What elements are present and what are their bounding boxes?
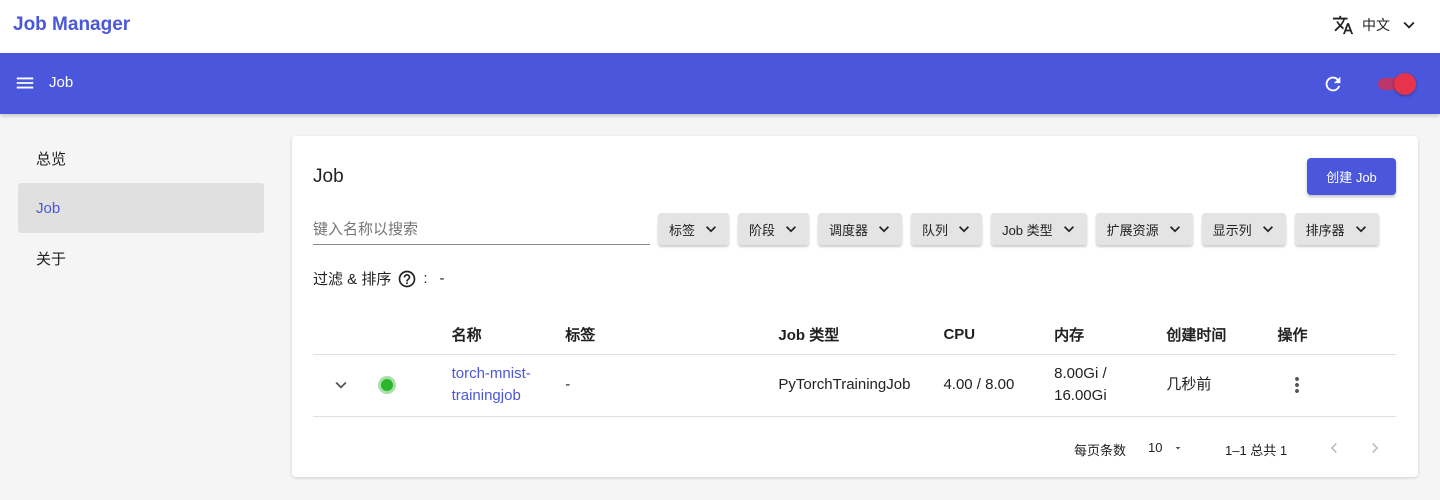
filter-label: 扩展资源 bbox=[1106, 222, 1159, 238]
header-memory[interactable]: 内存 bbox=[1054, 316, 1167, 355]
filter-sort-status: 过滤 & 排序 : - bbox=[313, 268, 445, 289]
filter-columns-button[interactable]: 显示列 bbox=[1201, 213, 1286, 245]
created-cell: 几秒前 bbox=[1166, 354, 1278, 417]
filter-job-type-button[interactable]: Job 类型 bbox=[991, 213, 1087, 245]
filter-scheduler-button[interactable]: 调度器 bbox=[818, 213, 903, 245]
expand-row-icon[interactable] bbox=[330, 374, 352, 396]
header-cpu[interactable]: CPU bbox=[943, 316, 1055, 355]
sidebar-item-about[interactable]: 关于 bbox=[18, 233, 264, 283]
filter-label: Job 类型 bbox=[1002, 222, 1053, 238]
job-name-line: trainingjob bbox=[451, 387, 521, 404]
filter-label: 排序器 bbox=[1305, 222, 1345, 238]
filter-label: 标签 bbox=[669, 222, 696, 238]
header-name[interactable]: 名称 bbox=[451, 316, 566, 355]
filter-label: 显示列 bbox=[1212, 222, 1252, 238]
table-header-row: 名称 标签 Job 类型 CPU 内存 创建时间 操作 bbox=[313, 316, 1396, 355]
cpu-cell: 4.00 / 8.00 bbox=[943, 354, 1055, 417]
job-type-cell: PyTorchTrainingJob bbox=[778, 354, 944, 417]
chevron-down-icon bbox=[1063, 226, 1074, 233]
page-title: Job bbox=[313, 166, 344, 187]
more-vert-icon[interactable] bbox=[1285, 373, 1309, 397]
chevron-down-icon bbox=[1262, 226, 1273, 233]
header-created[interactable]: 创建时间 bbox=[1166, 316, 1278, 355]
chevron-down-icon bbox=[1355, 226, 1366, 233]
expand-cell bbox=[313, 354, 379, 417]
page-range: 1–1 总共 1 bbox=[1225, 443, 1288, 458]
menu-button[interactable] bbox=[14, 72, 36, 94]
help-circle-icon[interactable] bbox=[397, 269, 417, 289]
app-brand[interactable]: Job Manager bbox=[13, 14, 130, 36]
filter-sort-value: - bbox=[439, 270, 445, 287]
filter-sort-colon: : bbox=[423, 270, 428, 287]
menu-icon bbox=[16, 77, 34, 89]
status-cell bbox=[378, 354, 452, 417]
filter-sorter-button[interactable]: 排序器 bbox=[1294, 213, 1379, 245]
chevron-down-icon bbox=[879, 226, 890, 233]
header-expand bbox=[313, 316, 379, 355]
appbar-title: Job bbox=[49, 74, 74, 91]
create-job-button[interactable]: 创建 Job bbox=[1307, 158, 1396, 195]
actions-cell bbox=[1277, 354, 1396, 417]
toggle-knob bbox=[1394, 73, 1416, 95]
chevron-down-icon bbox=[1169, 226, 1180, 233]
filter-queue-button[interactable]: 队列 bbox=[911, 213, 983, 245]
chevron-down-icon bbox=[786, 226, 797, 233]
sidebar-item-overview[interactable]: 总览 bbox=[18, 133, 264, 183]
job-card: Job 创建 Job 标签 阶段 调度器 队列 Job 类型 扩展资源 显示列 … bbox=[292, 136, 1418, 477]
chevron-down-icon bbox=[1403, 21, 1415, 29]
filter-phase-button[interactable]: 阶段 bbox=[738, 213, 810, 245]
memory-cell: 8.00Gi / 16.00Gi bbox=[1054, 354, 1167, 417]
theme-toggle[interactable] bbox=[1376, 73, 1416, 95]
search-input[interactable] bbox=[313, 214, 650, 245]
top-bar: Job Manager 中文 bbox=[0, 0, 1440, 53]
filter-extended-resources-button[interactable]: 扩展资源 bbox=[1095, 213, 1193, 245]
filter-label: 队列 bbox=[922, 222, 949, 238]
chevron-down-icon bbox=[959, 226, 970, 233]
filter-bar: 标签 阶段 调度器 队列 Job 类型 扩展资源 显示列 排序器 bbox=[658, 213, 1379, 245]
rows-per-page-label: 每页条数 bbox=[1074, 443, 1127, 458]
sidebar: 总览 Job 关于 bbox=[18, 133, 264, 283]
refresh-button[interactable] bbox=[1322, 73, 1344, 95]
table-row: torch-mnist- trainingjob - PyTorchTraini… bbox=[313, 354, 1396, 417]
status-indicator bbox=[378, 376, 397, 394]
filter-label: 阶段 bbox=[749, 222, 776, 238]
rows-per-page-value: 10 bbox=[1148, 440, 1163, 455]
memory-line: 8.00Gi / bbox=[1054, 365, 1107, 382]
filter-label: 调度器 bbox=[829, 222, 869, 238]
translate-icon bbox=[1332, 15, 1354, 35]
job-table: 名称 标签 Job 类型 CPU 内存 创建时间 操作 torch-mnist-… bbox=[313, 316, 1396, 417]
job-name-link[interactable]: torch-mnist- trainingjob bbox=[452, 363, 566, 407]
name-cell: torch-mnist- trainingjob bbox=[451, 354, 566, 417]
chevron-left-icon[interactable] bbox=[1324, 438, 1344, 458]
app-bar: Job bbox=[0, 53, 1440, 114]
dropdown-arrow-icon bbox=[1175, 446, 1181, 449]
language-label: 中文 bbox=[1362, 17, 1390, 33]
chevron-right-icon[interactable] bbox=[1365, 438, 1385, 458]
labels-cell: - bbox=[565, 354, 779, 417]
header-job-type[interactable]: Job 类型 bbox=[778, 316, 944, 355]
chevron-down-icon bbox=[706, 226, 717, 233]
job-name-line: torch-mnist- bbox=[451, 365, 531, 382]
filter-sort-label: 过滤 & 排序 bbox=[313, 271, 392, 288]
sidebar-item-job[interactable]: Job bbox=[18, 183, 264, 233]
refresh-icon bbox=[1325, 76, 1341, 92]
filter-labels-button[interactable]: 标签 bbox=[658, 213, 730, 245]
header-labels[interactable]: 标签 bbox=[565, 316, 779, 355]
memory-line: 16.00Gi bbox=[1054, 387, 1107, 404]
rows-per-page-select[interactable]: 10 bbox=[1148, 440, 1184, 455]
header-actions: 操作 bbox=[1277, 316, 1396, 355]
language-selector[interactable]: 中文 bbox=[1332, 14, 1420, 36]
pagination: 每页条数 10 1–1 总共 1 bbox=[292, 434, 1418, 462]
header-status bbox=[378, 316, 452, 355]
